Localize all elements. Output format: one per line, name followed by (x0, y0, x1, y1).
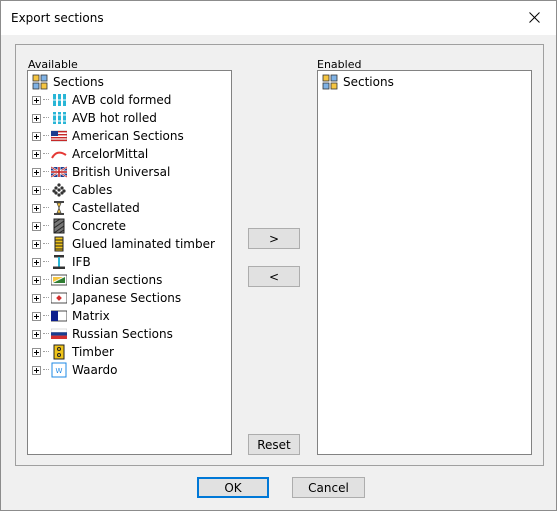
tree-item-label: AVB cold formed (72, 93, 172, 107)
tree-connector (43, 153, 49, 155)
tree-connector (43, 207, 49, 209)
expand-toggle-icon[interactable] (32, 365, 41, 375)
enabled-tree[interactable]: Sections (317, 70, 532, 455)
russia-flag-icon (51, 326, 67, 342)
expand-toggle-icon[interactable] (32, 185, 41, 195)
avb-cold-icon (51, 92, 67, 108)
uk-flag-icon (51, 164, 67, 180)
expand-toggle-icon[interactable] (32, 113, 41, 123)
tree-connector (43, 279, 49, 281)
tree-item-label: Castellated (72, 201, 140, 215)
tree-item-label: Japanese Sections (72, 291, 182, 305)
glulam-icon (51, 236, 67, 252)
tree-item[interactable]: ArcelorMittal (32, 145, 148, 163)
tree-item[interactable]: AVB hot rolled (32, 109, 157, 127)
tree-connector (43, 351, 49, 353)
india-flag-icon (51, 272, 67, 288)
tree-item-label: Cables (72, 183, 113, 197)
tree-item-label: British Universal (72, 165, 171, 179)
expand-toggle-icon[interactable] (32, 329, 41, 339)
tree-item[interactable]: Glued laminated timber (32, 235, 215, 253)
tree-item[interactable]: Castellated (32, 199, 140, 217)
tree-connector (43, 369, 49, 371)
tree-item[interactable]: Indian sections (32, 271, 162, 289)
expand-toggle-icon[interactable] (32, 293, 41, 303)
title-bar: Export sections (1, 1, 556, 35)
tree-connector (43, 315, 49, 317)
tree-item-label: Glued laminated timber (72, 237, 215, 251)
tree-connector (43, 243, 49, 245)
concrete-icon (51, 218, 67, 234)
sections-icon (32, 74, 48, 90)
tree-item[interactable]: Japanese Sections (32, 289, 181, 307)
tree-item[interactable]: Timber (32, 343, 114, 361)
tree-item[interactable]: Matrix (32, 307, 110, 325)
tree-item-label: Waardo (72, 363, 118, 377)
expand-toggle-icon[interactable] (32, 275, 41, 285)
tree-item[interactable]: British Universal (32, 163, 170, 181)
tree-item-label: AVB hot rolled (72, 111, 157, 125)
expand-toggle-icon[interactable] (32, 239, 41, 249)
ok-button[interactable]: OK (197, 477, 269, 498)
tree-root-sections[interactable]: Sections (32, 73, 104, 91)
tree-item[interactable]: Russian Sections (32, 325, 173, 343)
export-sections-dialog: Export sections Available Enabled Sectio… (0, 0, 557, 511)
dialog-title: Export sections (11, 11, 104, 25)
tree-root-label: Sections (53, 75, 104, 89)
tree-connector (43, 333, 49, 335)
ifb-icon (51, 254, 67, 270)
waardo-icon: W (51, 362, 67, 378)
timber-icon (51, 344, 67, 360)
cancel-button[interactable]: Cancel (292, 477, 365, 498)
tree-item[interactable]: American Sections (32, 127, 184, 145)
tree-item-label: Indian sections (72, 273, 163, 287)
tree-item-label: ArcelorMittal (72, 147, 149, 161)
castellated-icon (51, 200, 67, 216)
expand-toggle-icon[interactable] (32, 131, 41, 141)
us-flag-icon (51, 128, 67, 144)
enabled-root-sections[interactable]: Sections (322, 73, 394, 91)
tree-connector (43, 117, 49, 119)
close-button[interactable] (514, 3, 554, 33)
enabled-root-label: Sections (343, 75, 394, 89)
expand-toggle-icon[interactable] (32, 311, 41, 321)
tree-item[interactable]: W Waardo (32, 361, 118, 379)
close-icon (529, 12, 540, 23)
tree-connector (43, 135, 49, 137)
tree-connector (43, 189, 49, 191)
tree-item-label: Matrix (72, 309, 110, 323)
tree-connector (43, 225, 49, 227)
add-button[interactable]: > (248, 228, 300, 249)
tree-item-label: Russian Sections (72, 327, 173, 341)
remove-button[interactable]: < (248, 266, 300, 287)
japan-flag-icon (51, 290, 67, 306)
matrix-icon (51, 308, 67, 324)
tree-item-label: IFB (72, 255, 91, 269)
expand-toggle-icon[interactable] (32, 167, 41, 177)
tree-item-label: American Sections (72, 129, 184, 143)
tree-item[interactable]: Concrete (32, 217, 126, 235)
expand-toggle-icon[interactable] (32, 257, 41, 267)
tree-connector (43, 99, 49, 101)
arcelormittal-icon (51, 146, 67, 162)
expand-toggle-icon[interactable] (32, 221, 41, 231)
tree-connector (43, 261, 49, 263)
tree-item-label: Timber (72, 345, 114, 359)
expand-toggle-icon[interactable] (32, 347, 41, 357)
reset-button[interactable]: Reset (248, 434, 300, 455)
sections-icon (322, 74, 338, 90)
tree-item[interactable]: Cables (32, 181, 112, 199)
tree-connector (43, 171, 49, 173)
tree-item[interactable]: AVB cold formed (32, 91, 171, 109)
avb-hot-icon (51, 110, 67, 126)
expand-toggle-icon[interactable] (32, 95, 41, 105)
tree-item[interactable]: IFB (32, 253, 91, 271)
available-tree[interactable]: Sections AVB cold formed AVB hot rolled Am… (27, 70, 232, 455)
expand-toggle-icon[interactable] (32, 149, 41, 159)
svg-text:W: W (56, 367, 63, 375)
cable-icon (51, 182, 67, 198)
tree-item-label: Concrete (72, 219, 127, 233)
tree-connector (43, 297, 49, 299)
expand-toggle-icon[interactable] (32, 203, 41, 213)
